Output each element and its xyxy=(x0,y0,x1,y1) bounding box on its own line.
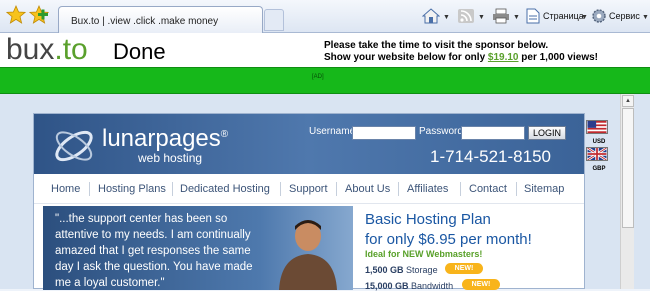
sponsor-line-2-start: Show your website below for only xyxy=(324,52,488,63)
gbp-label: GBP xyxy=(592,166,606,172)
tools-dropdown-icon[interactable]: ▼ xyxy=(642,14,649,21)
new-badge: NEW! xyxy=(462,279,500,290)
testimonial-quote: "...the support center has been so atten… xyxy=(55,213,253,289)
lunarpages-logo-icon[interactable] xyxy=(52,124,98,168)
nav-affiliates[interactable]: Affiliates xyxy=(407,183,448,195)
feeds-dropdown-icon[interactable]: ▼ xyxy=(478,14,485,21)
gear-icon[interactable] xyxy=(590,8,608,24)
logo-text: lunarpages xyxy=(102,125,221,152)
username-field[interactable] xyxy=(352,126,416,140)
gbp-flag[interactable]: GBP xyxy=(586,146,612,172)
nav-divider xyxy=(89,182,90,196)
bandwidth-label: Bandwidth xyxy=(411,281,454,291)
feeds-icon[interactable] xyxy=(457,8,475,24)
nav-about-us[interactable]: About Us xyxy=(345,183,390,195)
plan-title-line-2: for only $6.95 per month! xyxy=(365,231,532,248)
sponsor-message: Please take the time to visit the sponso… xyxy=(324,40,598,64)
browser-toolbar: Bux.to | .view .click .make money ▼ ▼ ▼ … xyxy=(0,0,650,33)
lunarpages-site: lunarpages® web hosting Username: Passwo… xyxy=(33,113,585,291)
username-label: Username: xyxy=(309,126,358,137)
site-banner: lunarpages® web hosting Username: Passwo… xyxy=(34,114,584,174)
status-text: Done xyxy=(113,39,166,64)
nav-dedicated-hosting[interactable]: Dedicated Hosting xyxy=(180,183,270,195)
bandwidth-amount: 15,000 GB xyxy=(365,281,409,291)
sponsor-price-link[interactable]: $19.10 xyxy=(488,52,519,63)
feature-storage: 1,500 GB Storage xyxy=(365,265,438,275)
bux-logo-suffix: .to xyxy=(54,33,88,66)
nav-divider xyxy=(516,182,517,196)
new-tab-button[interactable] xyxy=(264,9,284,31)
nav-divider xyxy=(336,182,337,196)
usd-label: USD xyxy=(592,139,606,145)
plan-title-line-1: Basic Hosting Plan xyxy=(365,211,491,228)
nav-contact[interactable]: Contact xyxy=(469,183,507,195)
storage-label: Storage xyxy=(406,265,438,275)
home-icon[interactable] xyxy=(422,8,440,24)
ad-bar: [AD] xyxy=(0,67,650,94)
lunarpages-logo[interactable]: lunarpages® xyxy=(102,125,228,153)
nav-divider xyxy=(280,182,281,196)
plan-tagline: Ideal for NEW Webmasters! xyxy=(365,249,483,259)
vertical-scrollbar[interactable]: ▲ xyxy=(620,94,634,289)
nav-hosting-plans[interactable]: Hosting Plans xyxy=(98,183,166,195)
password-label: Password: xyxy=(419,126,466,137)
home-dropdown-icon[interactable]: ▼ xyxy=(443,14,450,21)
tools-menu[interactable]: Сервис xyxy=(609,11,640,21)
nav-support[interactable]: Support xyxy=(289,183,328,195)
us-flag-icon xyxy=(586,120,608,134)
ad-label: [AD] xyxy=(312,74,324,80)
sponsor-line-2: Show your website below for only $19.10 … xyxy=(324,52,598,64)
bux-logo[interactable]: bux.to xyxy=(6,33,88,67)
browser-tab[interactable]: Bux.to | .view .click .make money xyxy=(58,6,263,33)
registered-mark: ® xyxy=(220,129,229,140)
storage-amount: 1,500 GB xyxy=(365,265,404,275)
page-icon[interactable] xyxy=(524,8,542,24)
scroll-thumb[interactable] xyxy=(622,108,634,228)
nav-home[interactable]: Home xyxy=(51,183,80,195)
add-favorites-icon[interactable] xyxy=(29,5,49,25)
uk-flag-icon xyxy=(586,146,608,162)
favorites-star-icon[interactable] xyxy=(6,5,26,25)
usd-flag[interactable]: USD xyxy=(586,120,612,145)
bux-logo-text: bux xyxy=(6,33,55,66)
nav-divider xyxy=(172,182,173,196)
nav-divider xyxy=(460,182,461,196)
testimonial-panel: "...the support center has been so atten… xyxy=(43,206,353,290)
site-nav: Home Hosting Plans Dedicated Hosting Sup… xyxy=(34,174,584,204)
nav-sitemap[interactable]: Sitemap xyxy=(524,183,564,195)
nav-divider xyxy=(398,182,399,196)
password-field[interactable] xyxy=(461,126,525,140)
plan-title: Basic Hosting Plan for only $6.95 per mo… xyxy=(365,210,532,250)
print-icon[interactable] xyxy=(492,8,510,24)
logo-subtitle: web hosting xyxy=(138,151,203,165)
phone-number: 1-714-521-8150 xyxy=(430,147,551,166)
sponsor-line-2-end: per 1,000 views! xyxy=(518,52,598,63)
print-dropdown-icon[interactable]: ▼ xyxy=(513,14,520,21)
scroll-up-icon[interactable]: ▲ xyxy=(622,95,634,107)
page-menu[interactable]: Страница xyxy=(543,11,584,21)
page-dropdown-icon[interactable]: ▼ xyxy=(581,14,588,21)
sponsor-line-1: Please take the time to visit the sponso… xyxy=(324,40,549,51)
bux-header: bux.to Done Please take the time to visi… xyxy=(0,33,650,67)
customer-photo xyxy=(279,220,337,290)
new-badge: NEW! xyxy=(445,263,483,274)
login-button[interactable]: LOGIN xyxy=(528,126,566,140)
feature-bandwidth: 15,000 GB Bandwidth xyxy=(365,281,453,291)
